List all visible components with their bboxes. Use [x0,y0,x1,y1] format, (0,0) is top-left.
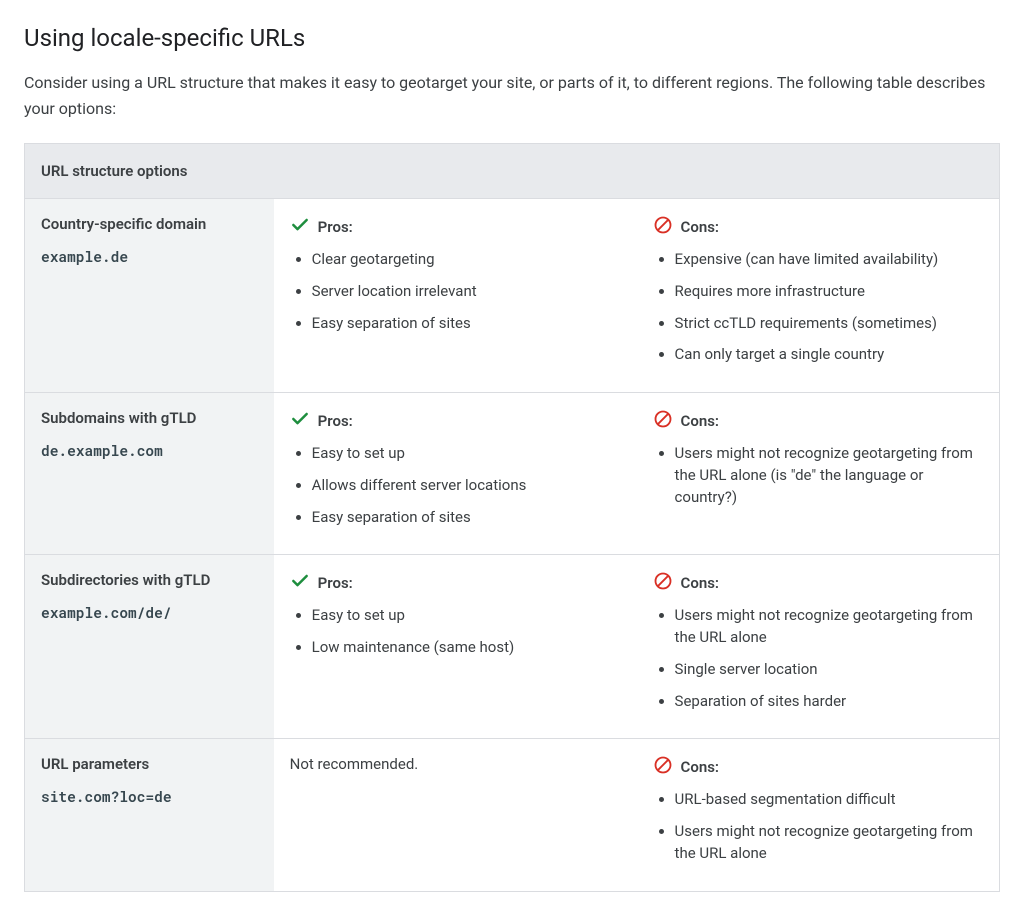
prohibited-icon [653,755,673,779]
pros-label-text: Pros: [318,412,353,430]
pros-plain-text: Not recommended. [290,755,621,773]
list-item: Users might not recognize geotargeting f… [675,443,983,508]
table-row: Country-specific domain example.de Pros: Cl… [25,199,1000,393]
pros-label-text: Pros: [318,218,353,236]
cons-label: Cons: [653,215,983,239]
pros-list: Easy to set up Allows different server lo… [290,443,621,528]
cons-label: Cons: [653,571,983,595]
list-item: Allows different server locations [312,475,621,497]
row-head: Country-specific domain example.de [25,199,274,393]
list-item: Single server location [675,659,983,681]
cons-list: Users might not recognize geotargeting f… [653,443,983,508]
checkmark-icon [290,215,310,239]
row-head: URL parameters site.com?loc=de [25,739,274,891]
intro-paragraph: Consider using a URL structure that make… [24,70,1000,121]
cons-list: Expensive (can have limited availability… [653,249,983,366]
method-name: Subdirectories with gTLD [41,571,258,589]
method-name: URL parameters [41,755,258,773]
list-item: Easy to set up [312,443,621,465]
example-url: example.com/de/ [41,603,172,622]
list-item: Requires more infrastructure [675,281,983,303]
method-name: Subdomains with gTLD [41,409,258,427]
cons-label: Cons: [653,409,983,433]
prohibited-icon [653,571,673,595]
row-head: Subdirectories with gTLD example.com/de/ [25,555,274,739]
url-structure-table: URL structure options Country-specific d… [24,143,1000,892]
pros-cell: Pros: Easy to set up Allows different serv… [274,393,637,555]
list-item: URL-based segmentation difficult [675,789,983,811]
pros-label: Pros: [290,215,621,239]
method-name: Country-specific domain [41,215,258,233]
cons-list: Users might not recognize geotargeting f… [653,605,983,712]
pros-cell: Not recommended. [274,739,637,891]
list-item: Can only target a single country [675,344,983,366]
list-item: Clear geotargeting [312,249,621,271]
cons-label-text: Cons: [681,412,719,430]
pros-list: Clear geotargeting Server location irrele… [290,249,621,334]
pros-cell: Pros: Easy to set up Low maintenance (same… [274,555,637,739]
cons-label-text: Cons: [681,758,719,776]
example-url: de.example.com [41,441,163,460]
cons-label-text: Cons: [681,218,719,236]
cons-cell: Cons: URL-based segmentation difficult Use… [637,739,1000,891]
checkmark-icon [290,409,310,433]
list-item: Users might not recognize geotargeting f… [675,821,983,865]
list-item: Easy separation of sites [312,313,621,335]
list-item: Easy to set up [312,605,621,627]
prohibited-icon [653,409,673,433]
cons-cell: Cons: Users might not recognize geotarget… [637,555,1000,739]
list-item: Expensive (can have limited availability… [675,249,983,271]
pros-cell: Pros: Clear geotargeting Server location i… [274,199,637,393]
pros-label-text: Pros: [318,574,353,592]
cons-label: Cons: [653,755,983,779]
example-url: example.de [41,247,128,266]
table-row: Subdirectories with gTLD example.com/de/P… [25,555,1000,739]
list-item: Low maintenance (same host) [312,637,621,659]
list-item: Server location irrelevant [312,281,621,303]
list-item: Separation of sites harder [675,691,983,713]
cons-cell: Cons: Users might not recognize geotarget… [637,393,1000,555]
row-head: Subdomains with gTLD de.example.com [25,393,274,555]
cons-label-text: Cons: [681,574,719,592]
list-item: Easy separation of sites [312,507,621,529]
cons-list: URL-based segmentation difficult Users mi… [653,789,983,864]
table-row: URL parameters site.com?loc=de Not recomme… [25,739,1000,891]
table-header: URL structure options [25,144,1000,199]
table-row: Subdomains with gTLD de.example.com Pros: E… [25,393,1000,555]
list-item: Users might not recognize geotargeting f… [675,605,983,649]
list-item: Strict ccTLD requirements (sometimes) [675,313,983,335]
page-title: Using locale-specific URLs [24,24,1000,52]
example-url: site.com?loc=de [41,787,172,806]
cons-cell: Cons: Expensive (can have limited availab… [637,199,1000,393]
pros-label: Pros: [290,409,621,433]
prohibited-icon [653,215,673,239]
checkmark-icon [290,571,310,595]
pros-list: Easy to set up Low maintenance (same host… [290,605,621,659]
pros-label: Pros: [290,571,621,595]
